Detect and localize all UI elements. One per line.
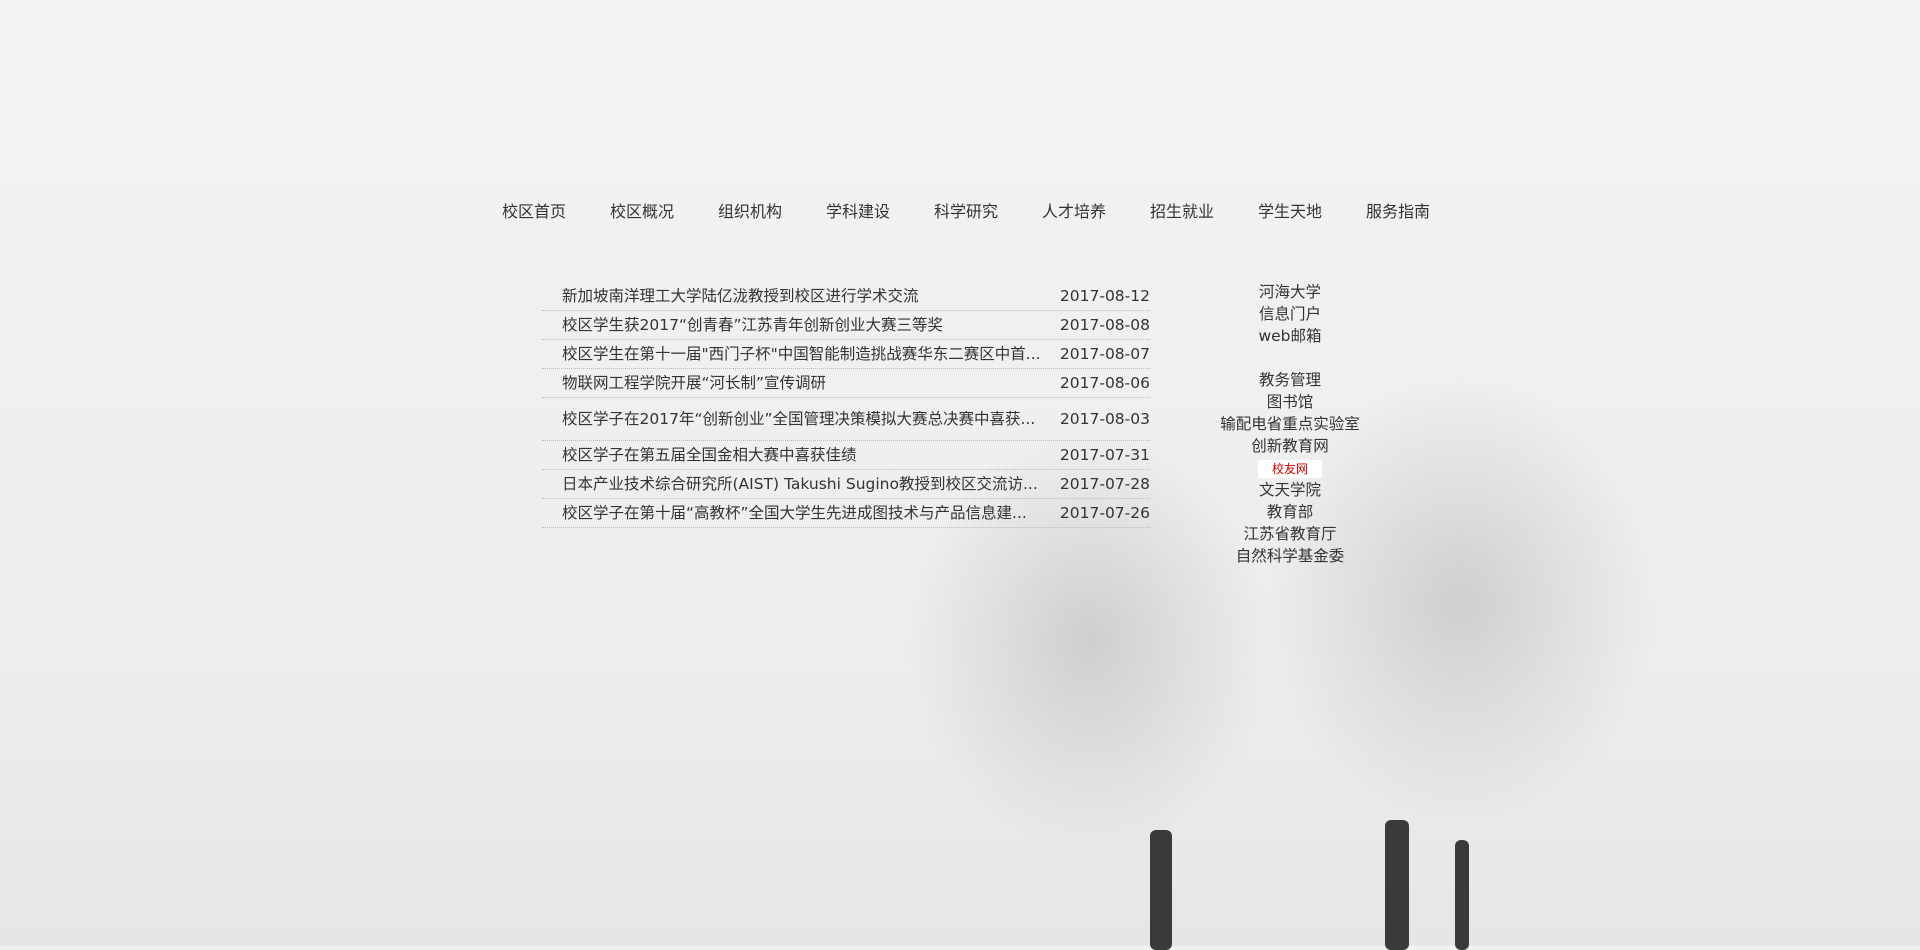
news-date: 2017-08-06 <box>1059 374 1150 392</box>
news-title[interactable]: 校区学子在第十届“高教杯”全国大学生先进成图技术与产品信息建... <box>542 504 1058 522</box>
news-item[interactable]: 校区学生获2017“创青春”江苏青年创新创业大赛三等奖 2017-08-08 <box>542 311 1150 340</box>
link-moe[interactable]: 教育部 <box>1200 501 1380 523</box>
news-title[interactable]: 校区学生在第十一届"西门子杯"中国智能制造挑战赛华东二赛区中首... <box>542 345 1058 363</box>
news-title[interactable]: 校区学子在2017年“创新创业”全国管理决策模拟大赛总决赛中喜获... <box>542 410 1058 428</box>
news-item[interactable]: 日本产业技术综合研究所(AIST) Takushi Sugino教授到校区交流访… <box>542 470 1150 499</box>
news-date: 2017-08-08 <box>1059 316 1150 334</box>
link-innovation-edu[interactable]: 创新教育网 <box>1200 435 1380 457</box>
link-wentian[interactable]: 文天学院 <box>1200 479 1380 501</box>
news-date: 2017-08-12 <box>1059 287 1150 305</box>
news-item[interactable]: 新加坡南洋理工大学陆亿泷教授到校区进行学术交流 2017-08-12 <box>542 282 1150 311</box>
news-title[interactable]: 物联网工程学院开展“河长制”宣传调研 <box>542 374 1058 392</box>
news-date: 2017-07-26 <box>1059 504 1150 522</box>
news-item[interactable]: 校区学生在第十一届"西门子杯"中国智能制造挑战赛华东二赛区中首... 2017-0… <box>542 340 1150 369</box>
link-webmail[interactable]: web邮箱 <box>1200 325 1380 347</box>
news-title[interactable]: 新加坡南洋理工大学陆亿泷教授到校区进行学术交流 <box>542 287 1058 305</box>
news-title[interactable]: 校区学子在第五届全国金相大赛中喜获佳绩 <box>542 446 1058 464</box>
link-jiangsu-edu[interactable]: 江苏省教育厅 <box>1200 523 1380 545</box>
link-hohai[interactable]: 河海大学 <box>1200 281 1380 303</box>
news-date: 2017-08-03 <box>1059 410 1150 428</box>
link-power-lab[interactable]: 输配电省重点实验室 <box>1200 413 1380 435</box>
news-list: 新加坡南洋理工大学陆亿泷教授到校区进行学术交流 2017-08-12 校区学生获2… <box>542 282 1150 528</box>
news-title[interactable]: 日本产业技术综合研究所(AIST) Takushi Sugino教授到校区交流访… <box>542 475 1058 493</box>
news-date: 2017-07-31 <box>1059 446 1150 464</box>
link-library[interactable]: 图书馆 <box>1200 391 1380 413</box>
main-nav: 校区首页 校区概况 组织机构 学科建设 科学研究 人才培养 招生就业 学生天地 … <box>502 198 1474 222</box>
nav-item[interactable]: 校区首页 <box>502 198 610 222</box>
tree-trunk <box>1385 820 1409 950</box>
nav-item[interactable]: 招生就业 <box>1150 198 1258 222</box>
news-item[interactable]: 校区学子在第五届全国金相大赛中喜获佳绩 2017-07-31 <box>542 441 1150 470</box>
link-info-portal[interactable]: 信息门户 <box>1200 303 1380 325</box>
quick-links: 河海大学 信息门户 web邮箱 教务管理 图书馆 输配电省重点实验室 创新教育网… <box>1200 281 1380 567</box>
nav-item[interactable]: 人才培养 <box>1042 198 1150 222</box>
nav-item[interactable]: 学科建设 <box>826 198 934 222</box>
tree-trunk <box>1455 840 1469 950</box>
news-date: 2017-08-07 <box>1059 345 1150 363</box>
tree-trunk <box>1150 830 1172 950</box>
link-academic-affairs[interactable]: 教务管理 <box>1200 369 1380 391</box>
news-item[interactable]: 校区学子在2017年“创新创业”全国管理决策模拟大赛总决赛中喜获... 2017-… <box>542 398 1150 441</box>
nav-item[interactable]: 组织机构 <box>718 198 826 222</box>
news-title[interactable]: 校区学生获2017“创青春”江苏青年创新创业大赛三等奖 <box>542 316 1058 334</box>
nav-item[interactable]: 校区概况 <box>610 198 718 222</box>
link-alumni[interactable]: 校友网 <box>1258 460 1322 478</box>
nav-item[interactable]: 服务指南 <box>1366 198 1474 222</box>
nav-item[interactable]: 科学研究 <box>934 198 1042 222</box>
news-item[interactable]: 物联网工程学院开展“河长制”宣传调研 2017-08-06 <box>542 369 1150 398</box>
news-item[interactable]: 校区学子在第十届“高教杯”全国大学生先进成图技术与产品信息建... 2017-07… <box>542 499 1150 528</box>
link-nsfc[interactable]: 自然科学基金委 <box>1200 545 1380 567</box>
news-date: 2017-07-28 <box>1059 475 1150 493</box>
alumni-row: 校友网 <box>1200 457 1380 479</box>
nav-item[interactable]: 学生天地 <box>1258 198 1366 222</box>
